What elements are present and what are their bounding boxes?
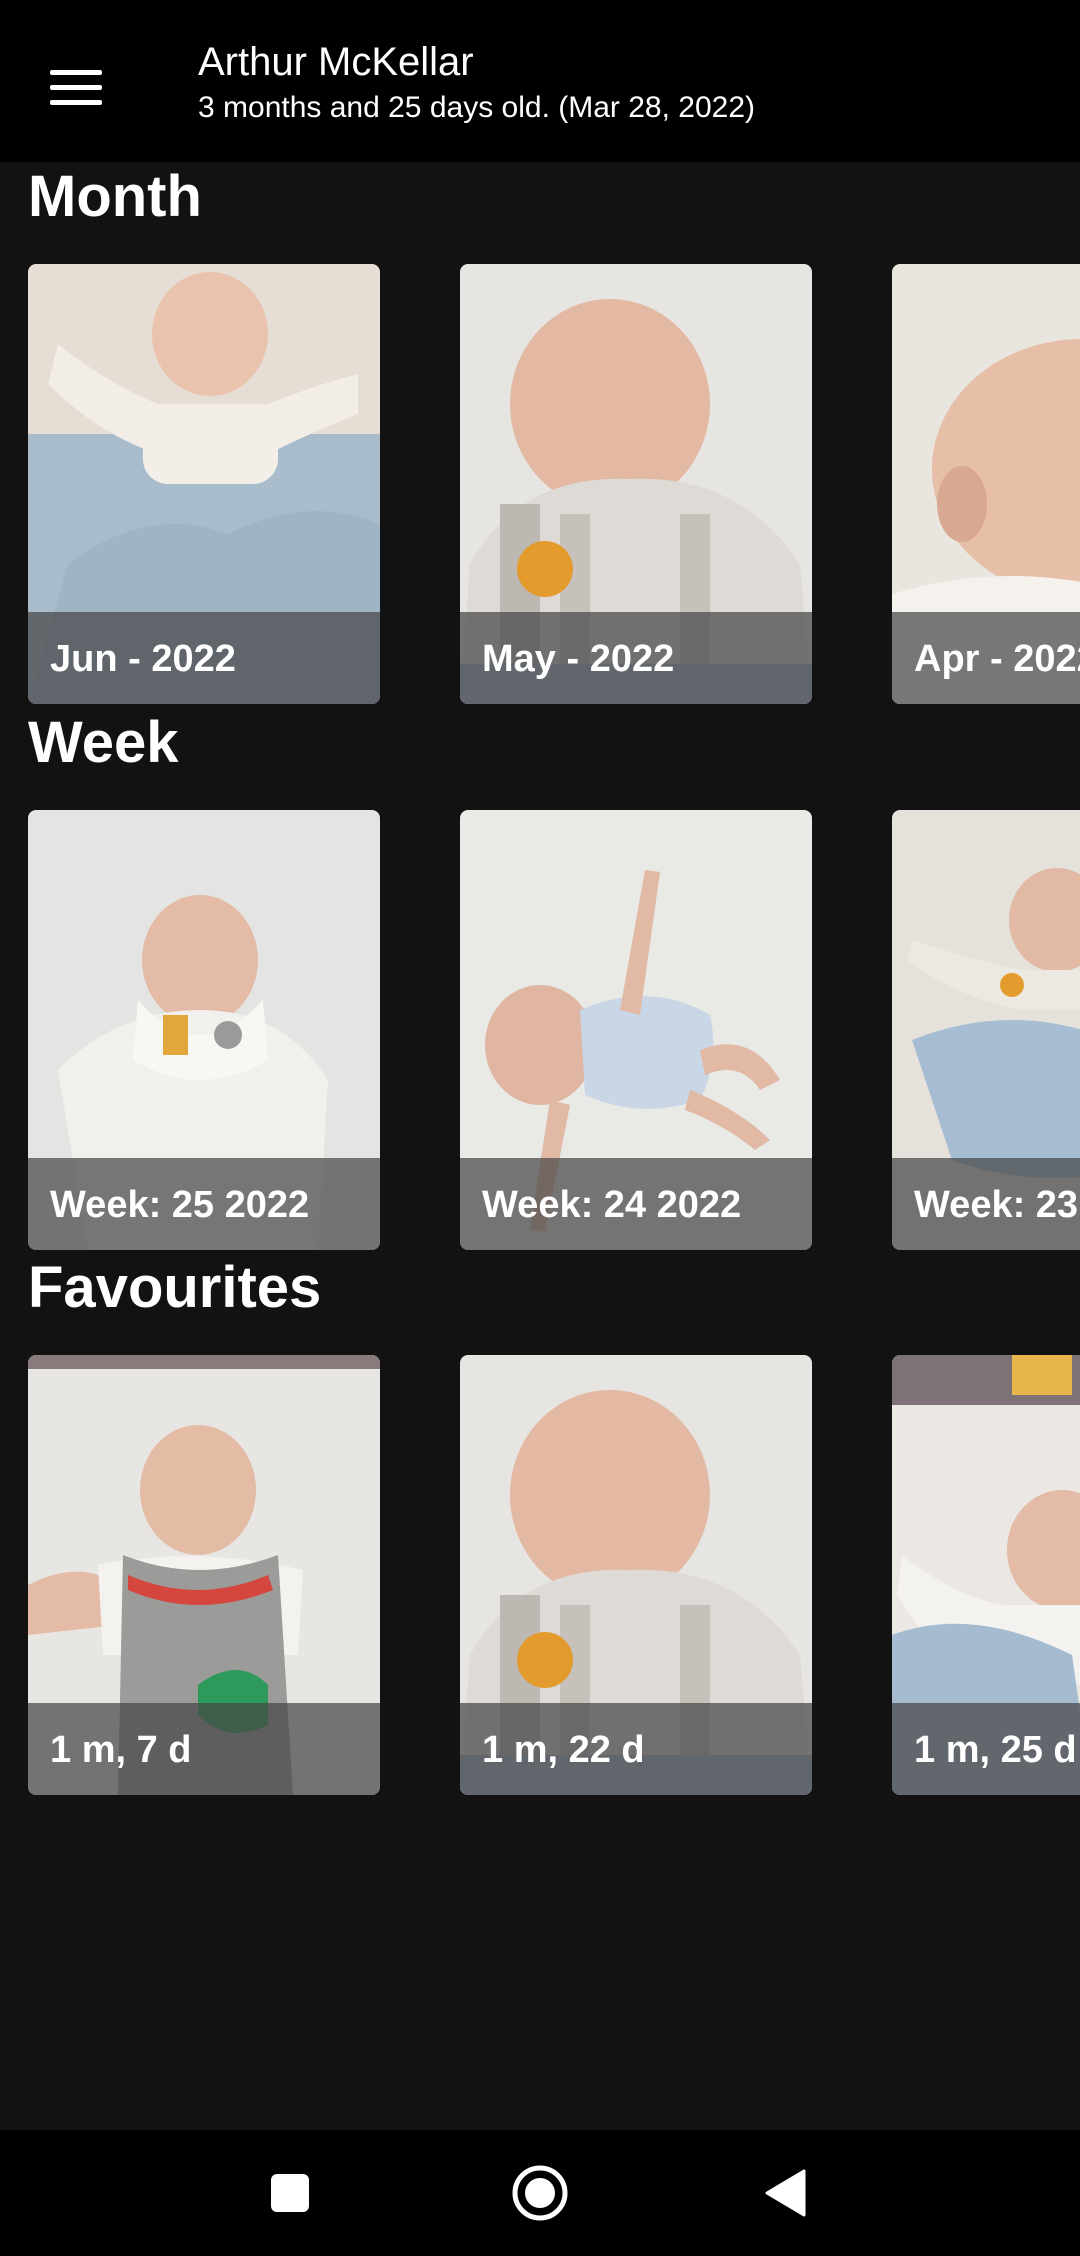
section-heading-month: Month <box>28 164 202 229</box>
square-recents-icon <box>271 2174 309 2212</box>
week-card[interactable]: Week: 24 2022 <box>460 810 812 1250</box>
page-title: Arthur McKellar <box>198 40 474 84</box>
favourite-card[interactable]: 1 m, 22 d <box>460 1355 812 1795</box>
card-label: May - 2022 <box>482 638 675 680</box>
age-subtitle: 3 months and 25 days old. (Mar 28, 2022) <box>198 91 755 124</box>
card-label: Jun - 2022 <box>50 638 236 680</box>
card-label: Apr - 2022 <box>914 638 1080 680</box>
card-label: Week: 25 2022 <box>50 1184 310 1226</box>
card-label: 1 m, 25 d <box>914 1729 1077 1771</box>
favourite-card[interactable]: 1 m, 7 d <box>28 1355 380 1795</box>
month-card[interactable]: Jun - 2022 <box>28 264 380 704</box>
week-card-row[interactable]: Week: 25 2022 Week: 24 2022 Week: 23 202… <box>0 810 1080 1250</box>
section-heading-favourites: Favourites <box>28 1255 322 1320</box>
title-block: Arthur McKellar 3 months and 25 days old… <box>198 36 755 128</box>
month-card[interactable]: Apr - 2022 <box>892 264 1080 704</box>
favourite-card[interactable]: 1 m, 25 d <box>892 1355 1080 1795</box>
circle-home-icon <box>512 2165 568 2221</box>
app-bar: Arthur McKellar 3 months and 25 days old… <box>0 0 1080 162</box>
card-label: Week: 23 2022 <box>914 1184 1080 1226</box>
card-label: Week: 24 2022 <box>482 1184 742 1226</box>
menu-button[interactable] <box>34 46 118 130</box>
back-button[interactable] <box>746 2153 826 2233</box>
recents-button[interactable] <box>250 2153 330 2233</box>
favourites-card-row[interactable]: 1 m, 7 d 1 m, 22 d 1 m, 25 d <box>0 1355 1080 1795</box>
hamburger-menu-icon <box>50 70 102 105</box>
month-card-row[interactable]: Jun - 2022 May - 2022 Apr - 2022 <box>0 264 1080 704</box>
card-label: 1 m, 7 d <box>50 1729 192 1771</box>
card-label: 1 m, 22 d <box>482 1729 645 1771</box>
week-card[interactable]: Week: 25 2022 <box>28 810 380 1250</box>
section-heading-week: Week <box>28 710 179 775</box>
system-nav-bar <box>0 2130 1080 2256</box>
month-card[interactable]: May - 2022 <box>460 264 812 704</box>
triangle-back-icon <box>765 2169 806 2217</box>
home-button[interactable] <box>500 2153 580 2233</box>
week-card[interactable]: Week: 23 2022 <box>892 810 1080 1250</box>
